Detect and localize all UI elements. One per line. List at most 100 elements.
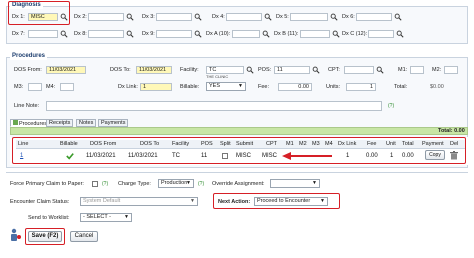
dx8-search-icon[interactable] [126, 30, 134, 38]
m3-field[interactable] [28, 83, 42, 91]
dx2-field[interactable] [88, 13, 124, 21]
dx7-label: Dx 7: [12, 31, 25, 37]
dos-to-field[interactable]: 11/03/2021 [136, 66, 172, 74]
dx2-search-icon[interactable] [126, 13, 134, 21]
billable-label: Billable: [180, 84, 200, 90]
dx3-label: Dx 3: [142, 14, 155, 20]
dx12-label: Dx C (12): [342, 31, 368, 37]
force-primary-help-icon[interactable]: (?) [102, 180, 108, 188]
dx7-search-icon[interactable] [60, 30, 68, 38]
send-worklist-label: Send to Worklist: [28, 215, 70, 221]
chevron-down-icon: ▼ [186, 180, 191, 186]
dx1-highlight [8, 1, 70, 25]
user-key-icon [11, 228, 21, 241]
dx3-field[interactable] [156, 13, 192, 21]
chevron-down-icon: ▼ [238, 83, 243, 89]
dx11-search-icon[interactable] [332, 30, 340, 38]
dx10-search-icon[interactable] [262, 30, 270, 38]
bottom-divider [6, 172, 468, 173]
dx4-search-icon[interactable] [264, 13, 272, 21]
dx5-field[interactable] [290, 13, 328, 21]
force-primary-checkbox[interactable] [92, 181, 98, 187]
m4-field[interactable] [60, 83, 74, 91]
billable-select[interactable]: YES ▼ [206, 82, 246, 91]
total-value: $0.00 [430, 84, 444, 90]
fee-value: 0.00 [298, 84, 309, 90]
units-field[interactable]: 1 [346, 83, 376, 91]
override-assignment-label: Override Assignment: [212, 181, 265, 187]
dx10-field[interactable] [232, 30, 260, 38]
override-assignment-select[interactable]: ▼ [270, 179, 320, 188]
dx12-field[interactable] [368, 30, 394, 38]
line-note-label: Line Note: [14, 103, 40, 109]
tab-payments[interactable]: Payments [98, 119, 129, 127]
dx8-label: Dx 8: [74, 31, 87, 37]
send-worklist-select[interactable]: - SELECT - ▼ [80, 213, 132, 222]
procedures-legend: Procedures [10, 53, 48, 60]
dx11-label: Dx B (11): [274, 31, 299, 37]
dxlink-field[interactable]: 1 [140, 83, 172, 91]
dx5-search-icon[interactable] [330, 13, 338, 21]
facility-field[interactable]: TC [206, 66, 244, 74]
dx11-field[interactable] [300, 30, 330, 38]
line-note-field[interactable] [46, 101, 382, 111]
encounter-status-label: Encounter Claim Status: [10, 199, 70, 205]
total-label: Total: [394, 84, 408, 90]
fee-field[interactable]: 0.00 [278, 83, 312, 91]
tab-receipts[interactable]: Receipts [46, 119, 74, 127]
m2-field[interactable] [444, 66, 458, 74]
dos-to-label: DOS To: [110, 67, 131, 73]
chevron-down-icon: ▼ [124, 214, 129, 220]
charge-type-help-icon[interactable]: (?) [198, 180, 204, 188]
cpt-label: CPT: [328, 67, 340, 73]
cpt-field[interactable] [344, 66, 374, 74]
row-highlight [12, 137, 466, 164]
facility-label: Facility: [180, 67, 199, 73]
m3-label: M3: [14, 84, 24, 90]
send-worklist-value: - SELECT - [83, 214, 112, 220]
cpt-search-icon[interactable] [376, 66, 384, 74]
total-bar-text: Total: 0.00 [438, 128, 465, 134]
dx5-label: Dx 5: [276, 14, 289, 20]
force-primary-label: Force Primary Claim to Paper: [10, 181, 84, 187]
dos-from-field[interactable]: 11/03/2021 [46, 66, 86, 74]
charge-type-select[interactable]: Production ▼ [158, 179, 194, 188]
billable-value: YES [209, 83, 221, 89]
dxlink-label: Dx Link: [118, 84, 138, 90]
dx6-field[interactable] [356, 13, 392, 21]
m1-label: M1: [398, 67, 408, 73]
pos-search-icon[interactable] [312, 66, 320, 74]
dx9-search-icon[interactable] [194, 30, 202, 38]
tab-notes[interactable]: Notes [76, 119, 97, 127]
dx6-label: Dx 6: [342, 14, 355, 20]
dx2-label: Dx 2: [74, 14, 87, 20]
dos-from-label: DOS From: [14, 67, 42, 73]
pos-field[interactable]: 11 [274, 66, 310, 74]
procedures-tab-icon [13, 120, 18, 125]
cancel-button[interactable]: Cancel [70, 231, 98, 242]
m1-field[interactable] [410, 66, 424, 74]
chevron-down-icon: ▼ [190, 198, 195, 204]
line-note-help-icon[interactable]: (?) [388, 102, 394, 110]
total-bar [10, 127, 468, 135]
dx7-field[interactable] [28, 30, 58, 38]
charge-type-label: Charge Type: [118, 181, 151, 187]
encounter-status-value: System Default [83, 198, 121, 204]
tab-procedures[interactable]: Procedures [10, 119, 51, 127]
units-value: 1 [369, 84, 373, 90]
dx4-field[interactable] [226, 13, 262, 21]
diagnosis-panel [6, 6, 468, 44]
fee-label: Fee: [258, 84, 270, 90]
dx3-search-icon[interactable] [194, 13, 202, 21]
dx8-field[interactable] [88, 30, 124, 38]
dx6-search-icon[interactable] [394, 13, 402, 21]
dx12-search-icon[interactable] [396, 30, 404, 38]
m4-label: M4: [46, 84, 56, 90]
dx9-label: Dx 9: [142, 31, 155, 37]
chevron-down-icon: ▼ [312, 180, 317, 186]
facility-subtext: THE CLINIC [206, 74, 229, 79]
facility-search-icon[interactable] [246, 66, 254, 74]
encounter-status-select[interactable]: System Default ▼ [80, 197, 198, 206]
dx9-field[interactable] [156, 30, 192, 38]
units-label: Units: [326, 84, 341, 90]
